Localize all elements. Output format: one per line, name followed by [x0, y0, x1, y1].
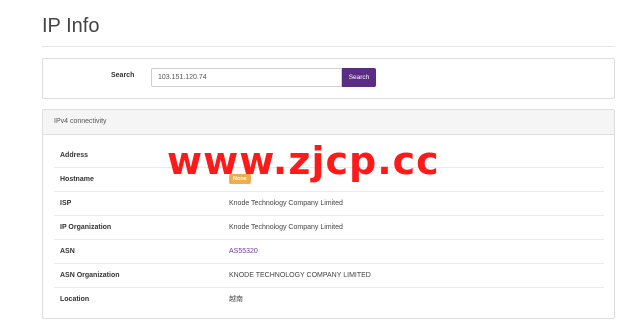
row-key: ASN [60, 248, 75, 255]
row-isp: ISP Knode Technology Company Limited [54, 192, 604, 216]
search-button[interactable]: Search [342, 68, 376, 87]
row-key: ASN Organization [60, 272, 120, 279]
ipv4-connectivity-panel: IPv4 connectivity Address Hostname None … [42, 109, 615, 319]
row-location: Location 越南 [54, 288, 604, 311]
row-value: 越南 [229, 296, 243, 303]
row-value: Knode Technology Company Limited [229, 200, 343, 207]
search-panel: Search Search [42, 58, 615, 99]
status-badge: None [229, 174, 251, 185]
panel-header: IPv4 connectivity [43, 110, 614, 135]
row-asn: ASN AS55320 [54, 240, 604, 264]
row-ip-organization: IP Organization Knode Technology Company… [54, 216, 604, 240]
row-value: KNODE TECHNOLOGY COMPANY LIMITED [229, 272, 371, 279]
row-value: AS55320 [229, 240, 258, 263]
row-value: None [229, 168, 251, 191]
page-title: IP Info [42, 15, 100, 37]
row-value: Knode Technology Company Limited [229, 224, 343, 231]
search-input[interactable] [151, 68, 342, 87]
title-divider [42, 46, 615, 47]
row-key: IP Organization [60, 224, 112, 231]
row-address: Address [54, 144, 604, 168]
row-key: Location [60, 296, 90, 303]
row-asn-organization: ASN Organization KNODE TECHNOLOGY COMPAN… [54, 264, 604, 288]
row-hostname: Hostname None [54, 168, 604, 192]
search-label: Search [111, 72, 135, 79]
row-key: Address [60, 152, 89, 159]
row-key: ISP [60, 200, 72, 207]
asn-link[interactable]: AS55320 [229, 248, 258, 255]
info-table: Address Hostname None ISP Knode Technolo… [54, 144, 604, 311]
row-key: Hostname [60, 176, 94, 183]
